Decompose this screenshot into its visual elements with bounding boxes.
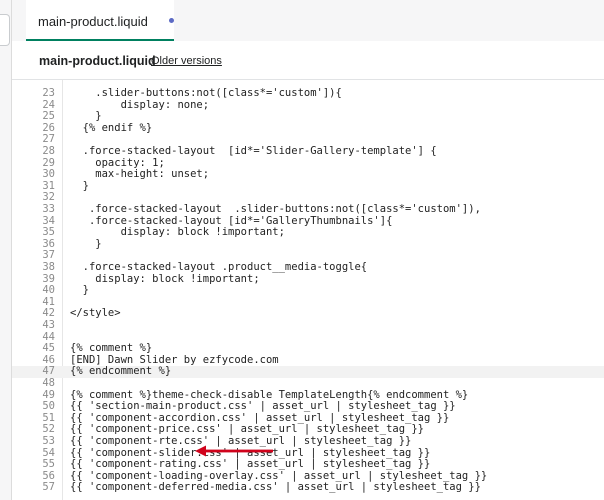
- line-code: .force-stacked-layout .slider-buttons:no…: [70, 203, 481, 215]
- line-code: display: block !important;: [70, 226, 285, 239]
- code-line: 39 display: block !important;: [12, 272, 604, 286]
- line-number: 43: [42, 319, 55, 331]
- line-code: display: block !important;: [70, 272, 260, 285]
- line-number: 57: [42, 481, 55, 494]
- code-line: 31 }: [12, 179, 604, 193]
- code-line: 23 .slider-buttons:not([class*='custom']…: [12, 87, 604, 100]
- code-editor[interactable]: 23 .slider-buttons:not([class*='custom']…: [12, 80, 604, 500]
- line-code: {% endcomment %}: [70, 365, 172, 378]
- code-line: 30 max-height: unset;: [12, 169, 604, 181]
- line-code: </style>: [70, 307, 121, 320]
- code-line: 33 .force-stacked-layout .slider-buttons…: [12, 203, 604, 216]
- code-line: 57 {{ 'component-deferred-media.css' | as…: [12, 482, 604, 494]
- code-line: 43: [12, 319, 604, 332]
- line-number: 48: [42, 377, 55, 389]
- code-line: 28 .force-stacked-layout [id*='Slider-Ga…: [12, 145, 604, 158]
- line-number: 38: [42, 261, 55, 273]
- line-code: .force-stacked-layout .product__media-to…: [70, 261, 368, 273]
- line-code: .force-stacked-layout [id*='Slider-Galle…: [70, 145, 437, 157]
- code-line: 47 {% endcomment %}: [12, 366, 604, 378]
- code-line: 53{{ 'component-rte.css' | asset_url | s…: [12, 435, 604, 448]
- line-number: 53: [42, 435, 55, 447]
- editor-tab-bar: main-product.liquid: [12, 0, 604, 42]
- code-line: 38 .force-stacked-layout .product__media…: [12, 261, 604, 274]
- line-code: }: [70, 237, 102, 250]
- code-line: 42 </style>: [12, 308, 604, 320]
- unsaved-changes-dot-icon: [169, 18, 174, 23]
- code-line: 26 {% endif %}: [12, 121, 604, 135]
- line-number: 33: [42, 203, 55, 215]
- line-code: {% endif %}: [70, 121, 153, 134]
- tab-main-product-liquid[interactable]: main-product.liquid: [26, 0, 174, 41]
- older-versions-link[interactable]: Older versions: [151, 55, 222, 67]
- left-panel-edge: [0, 0, 12, 500]
- file-title: main-product.liquid: [39, 54, 156, 68]
- code-line: 36 }: [12, 237, 604, 251]
- file-header: main-product.liquid Older versions: [12, 41, 604, 80]
- tab-label: main-product.liquid: [38, 14, 148, 29]
- line-code: }: [70, 284, 89, 297]
- left-panel-input-stub[interactable]: [0, 14, 10, 46]
- line-code: .slider-buttons:not([class*='custom']){: [70, 87, 342, 99]
- line-number: 23: [42, 87, 55, 99]
- annotation-arrow-icon: [195, 445, 273, 457]
- line-code: }: [70, 179, 89, 192]
- line-number: 28: [42, 145, 55, 157]
- line-code: max-height: unset;: [70, 168, 210, 181]
- line-code: {{ 'component-deferred-media.css' | asse…: [70, 481, 481, 494]
- code-line: 48: [12, 377, 604, 390]
- code-line: 40 }: [12, 285, 604, 297]
